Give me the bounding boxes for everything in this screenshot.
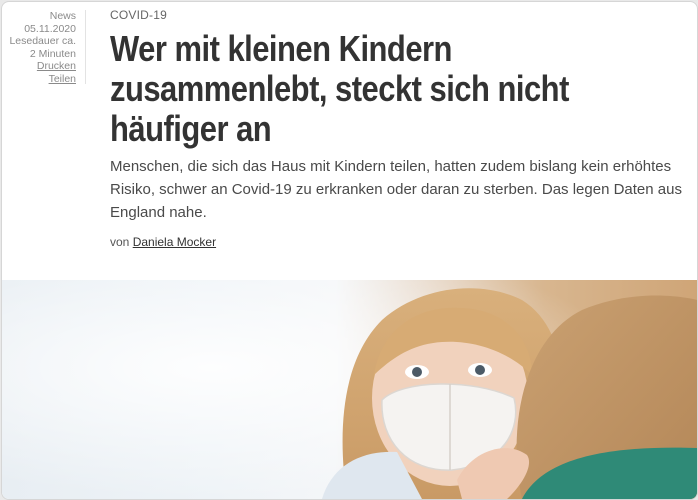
- print-link[interactable]: Drucken: [2, 60, 76, 73]
- hero-image: [2, 280, 697, 499]
- article-meta: News 05.11.2020 Lesedauer ca. 2 Minuten …: [2, 10, 76, 85]
- meta-category: News: [49, 10, 76, 22]
- article-card: News 05.11.2020 Lesedauer ca. 2 Minuten …: [1, 1, 698, 500]
- article-lead: Menschen, die sich das Haus mit Kindern …: [110, 158, 682, 221]
- article-header: COVID-19 Wer mit kleinen Kindern zusamme…: [110, 8, 685, 249]
- meta-reading-time: Lesedauer ca. 2 Minuten: [9, 35, 76, 60]
- author-link[interactable]: Daniela Mocker: [133, 235, 216, 249]
- share-link[interactable]: Teilen: [2, 73, 76, 86]
- meta-date: 05.11.2020: [24, 22, 76, 35]
- article-headline: Wer mit kleinen Kindern zusammenlebt, st…: [110, 28, 569, 149]
- hero-illustration: [2, 280, 697, 499]
- article-kicker: COVID-19: [110, 8, 167, 22]
- meta-divider: [85, 10, 86, 84]
- byline-prefix: von: [110, 235, 130, 249]
- article-byline: von Daniela Mocker: [110, 235, 685, 249]
